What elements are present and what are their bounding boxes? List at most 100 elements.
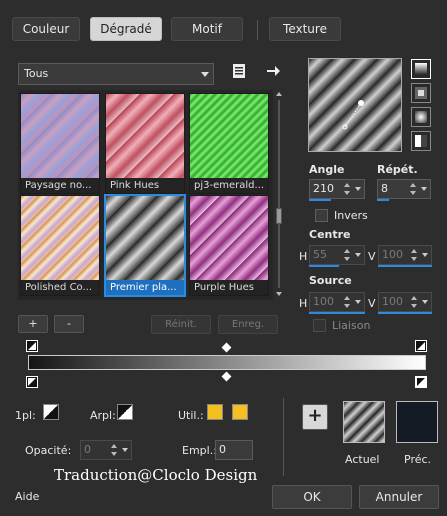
- spin-arrows-icon[interactable]: [343, 181, 352, 197]
- rectangular-style-button[interactable]: [411, 83, 431, 103]
- gradient-thumb-pink-hues[interactable]: Pink Hues: [105, 93, 185, 194]
- ok-button[interactable]: OK: [272, 485, 352, 509]
- source-h-slider[interactable]: [309, 312, 365, 314]
- thumb-caption: Purple Hues: [190, 280, 268, 295]
- spin-arrows-icon[interactable]: [343, 294, 352, 310]
- angle-value: 210: [313, 182, 334, 195]
- gradient-direction-handle-icon[interactable]: [339, 97, 369, 133]
- library-list-icon[interactable]: [231, 63, 247, 79]
- remove-gradient-button[interactable]: -: [54, 315, 84, 333]
- tab-texture[interactable]: Texture: [269, 17, 341, 41]
- radial-style-button[interactable]: [411, 107, 431, 127]
- gradient-thumb-premier-plan[interactable]: Premier pla...: [104, 194, 186, 297]
- repeat-slider[interactable]: [377, 199, 389, 201]
- spin-arrows-icon[interactable]: [410, 294, 419, 310]
- location-value: 0: [219, 443, 226, 456]
- angle-spinbox[interactable]: 210: [309, 179, 365, 199]
- scrollbar-track: [278, 100, 280, 288]
- tab-couleur[interactable]: Couleur: [12, 17, 80, 41]
- rectangular-gradient-icon: [415, 87, 427, 99]
- gradient-thumb-purple-hues[interactable]: Purple Hues: [189, 195, 269, 296]
- gradient-swatch: [21, 94, 99, 178]
- previous-gradient-swatch[interactable]: [396, 401, 438, 443]
- repeat-label: Répét.: [377, 163, 418, 176]
- midpoint-bottom-marker[interactable]: [221, 371, 232, 382]
- gradient-thumb-polished[interactable]: Polished Co...: [20, 195, 100, 296]
- source-v-slider[interactable]: [378, 312, 432, 314]
- previous-label: Préc.: [404, 453, 432, 466]
- save-button[interactable]: Enreg.: [218, 315, 278, 334]
- stop-corner-icon: [417, 342, 425, 350]
- watermark-text: Traduction@Cloclo Design: [54, 466, 258, 484]
- gradient-thumb-paysage[interactable]: Paysage no...: [20, 93, 100, 194]
- source-h-label: H: [299, 297, 308, 310]
- location-input[interactable]: 0: [215, 440, 253, 460]
- link-checkbox[interactable]: [313, 319, 326, 332]
- current-gradient-swatch: [343, 401, 385, 443]
- center-h-spinbox[interactable]: 55: [309, 245, 365, 265]
- arpl-label: Arpl:: [90, 409, 116, 422]
- midpoint-top-marker[interactable]: [221, 342, 232, 353]
- library-scrollbar[interactable]: [275, 92, 283, 298]
- scrollbar-thumb[interactable]: [276, 208, 282, 224]
- spin-arrows-icon[interactable]: [410, 247, 419, 263]
- center-v-slider[interactable]: [378, 265, 432, 267]
- source-v-label: V: [368, 297, 376, 310]
- chevron-down-icon[interactable]: [355, 300, 361, 304]
- opacity-label: Opacité:: [25, 444, 72, 457]
- chevron-down-icon[interactable]: [355, 253, 361, 257]
- help-link[interactable]: Aide: [15, 490, 39, 503]
- source-v-spinbox[interactable]: 100: [378, 292, 432, 312]
- center-v-spinbox[interactable]: 100: [378, 245, 432, 265]
- gradient-bar[interactable]: [28, 355, 426, 370]
- spin-arrows-icon[interactable]: [343, 247, 352, 263]
- gradient-category-dropdown[interactable]: Tous: [18, 63, 214, 85]
- repeat-spinbox[interactable]: 8: [377, 179, 431, 199]
- util-color-swatch-1[interactable]: [207, 404, 223, 420]
- linear-gradient-icon: [415, 63, 427, 75]
- gradient-swatch: [21, 196, 99, 280]
- sunburst-style-button[interactable]: [411, 131, 431, 151]
- top-right-stop[interactable]: [415, 340, 427, 352]
- add-to-swatches-button[interactable]: +: [302, 404, 328, 430]
- invert-checkbox[interactable]: [315, 209, 328, 222]
- arpl-swatch[interactable]: [117, 404, 133, 420]
- panel-divider: [283, 398, 284, 476]
- bottom-left-stop[interactable]: [26, 376, 38, 388]
- source-h-spinbox[interactable]: 100: [309, 292, 365, 312]
- tab-motif[interactable]: Motif: [171, 17, 243, 41]
- gradient-thumb-emerald[interactable]: pj3-emerald...: [189, 93, 269, 194]
- thumb-caption: pj3-emerald...: [190, 178, 268, 193]
- add-gradient-button[interactable]: +: [18, 315, 48, 333]
- scroll-up-arrow-icon[interactable]: [276, 92, 282, 96]
- chevron-down-icon[interactable]: [422, 300, 428, 304]
- bottom-right-stop[interactable]: [415, 376, 427, 388]
- source-v-value: 100: [382, 295, 403, 308]
- thumb-caption: Polished Co...: [21, 280, 99, 295]
- opacity-spinbox[interactable]: 0: [80, 440, 132, 460]
- linear-style-button[interactable]: [411, 59, 431, 79]
- chevron-down-icon[interactable]: [355, 187, 361, 191]
- chevron-down-icon[interactable]: [422, 253, 428, 257]
- chevron-down-icon[interactable]: [122, 448, 128, 452]
- thumb-caption: Paysage no...: [21, 178, 99, 193]
- source-h-value: 100: [313, 295, 334, 308]
- chevron-down-icon: [201, 72, 209, 77]
- chevron-down-icon[interactable]: [421, 187, 427, 191]
- center-h-slider[interactable]: [309, 265, 339, 267]
- tab-degrade[interactable]: Dégradé: [90, 17, 162, 41]
- spin-arrows-icon[interactable]: [409, 181, 418, 197]
- first-plan-swatch[interactable]: [43, 404, 59, 420]
- angle-slider[interactable]: [309, 199, 331, 201]
- repeat-value: 8: [381, 182, 388, 195]
- util-label: Util.:: [178, 409, 204, 422]
- arrow-right-icon[interactable]: [265, 63, 281, 79]
- gradient-preview[interactable]: [308, 58, 402, 152]
- spin-arrows-icon[interactable]: [110, 442, 119, 458]
- reset-button[interactable]: Réinit.: [151, 315, 211, 334]
- top-left-stop[interactable]: [26, 340, 38, 352]
- util-color-swatch-2[interactable]: [232, 404, 248, 420]
- location-label: Empl.:: [182, 444, 217, 457]
- scroll-down-arrow-icon[interactable]: [276, 292, 282, 296]
- cancel-button[interactable]: Annuler: [359, 485, 439, 509]
